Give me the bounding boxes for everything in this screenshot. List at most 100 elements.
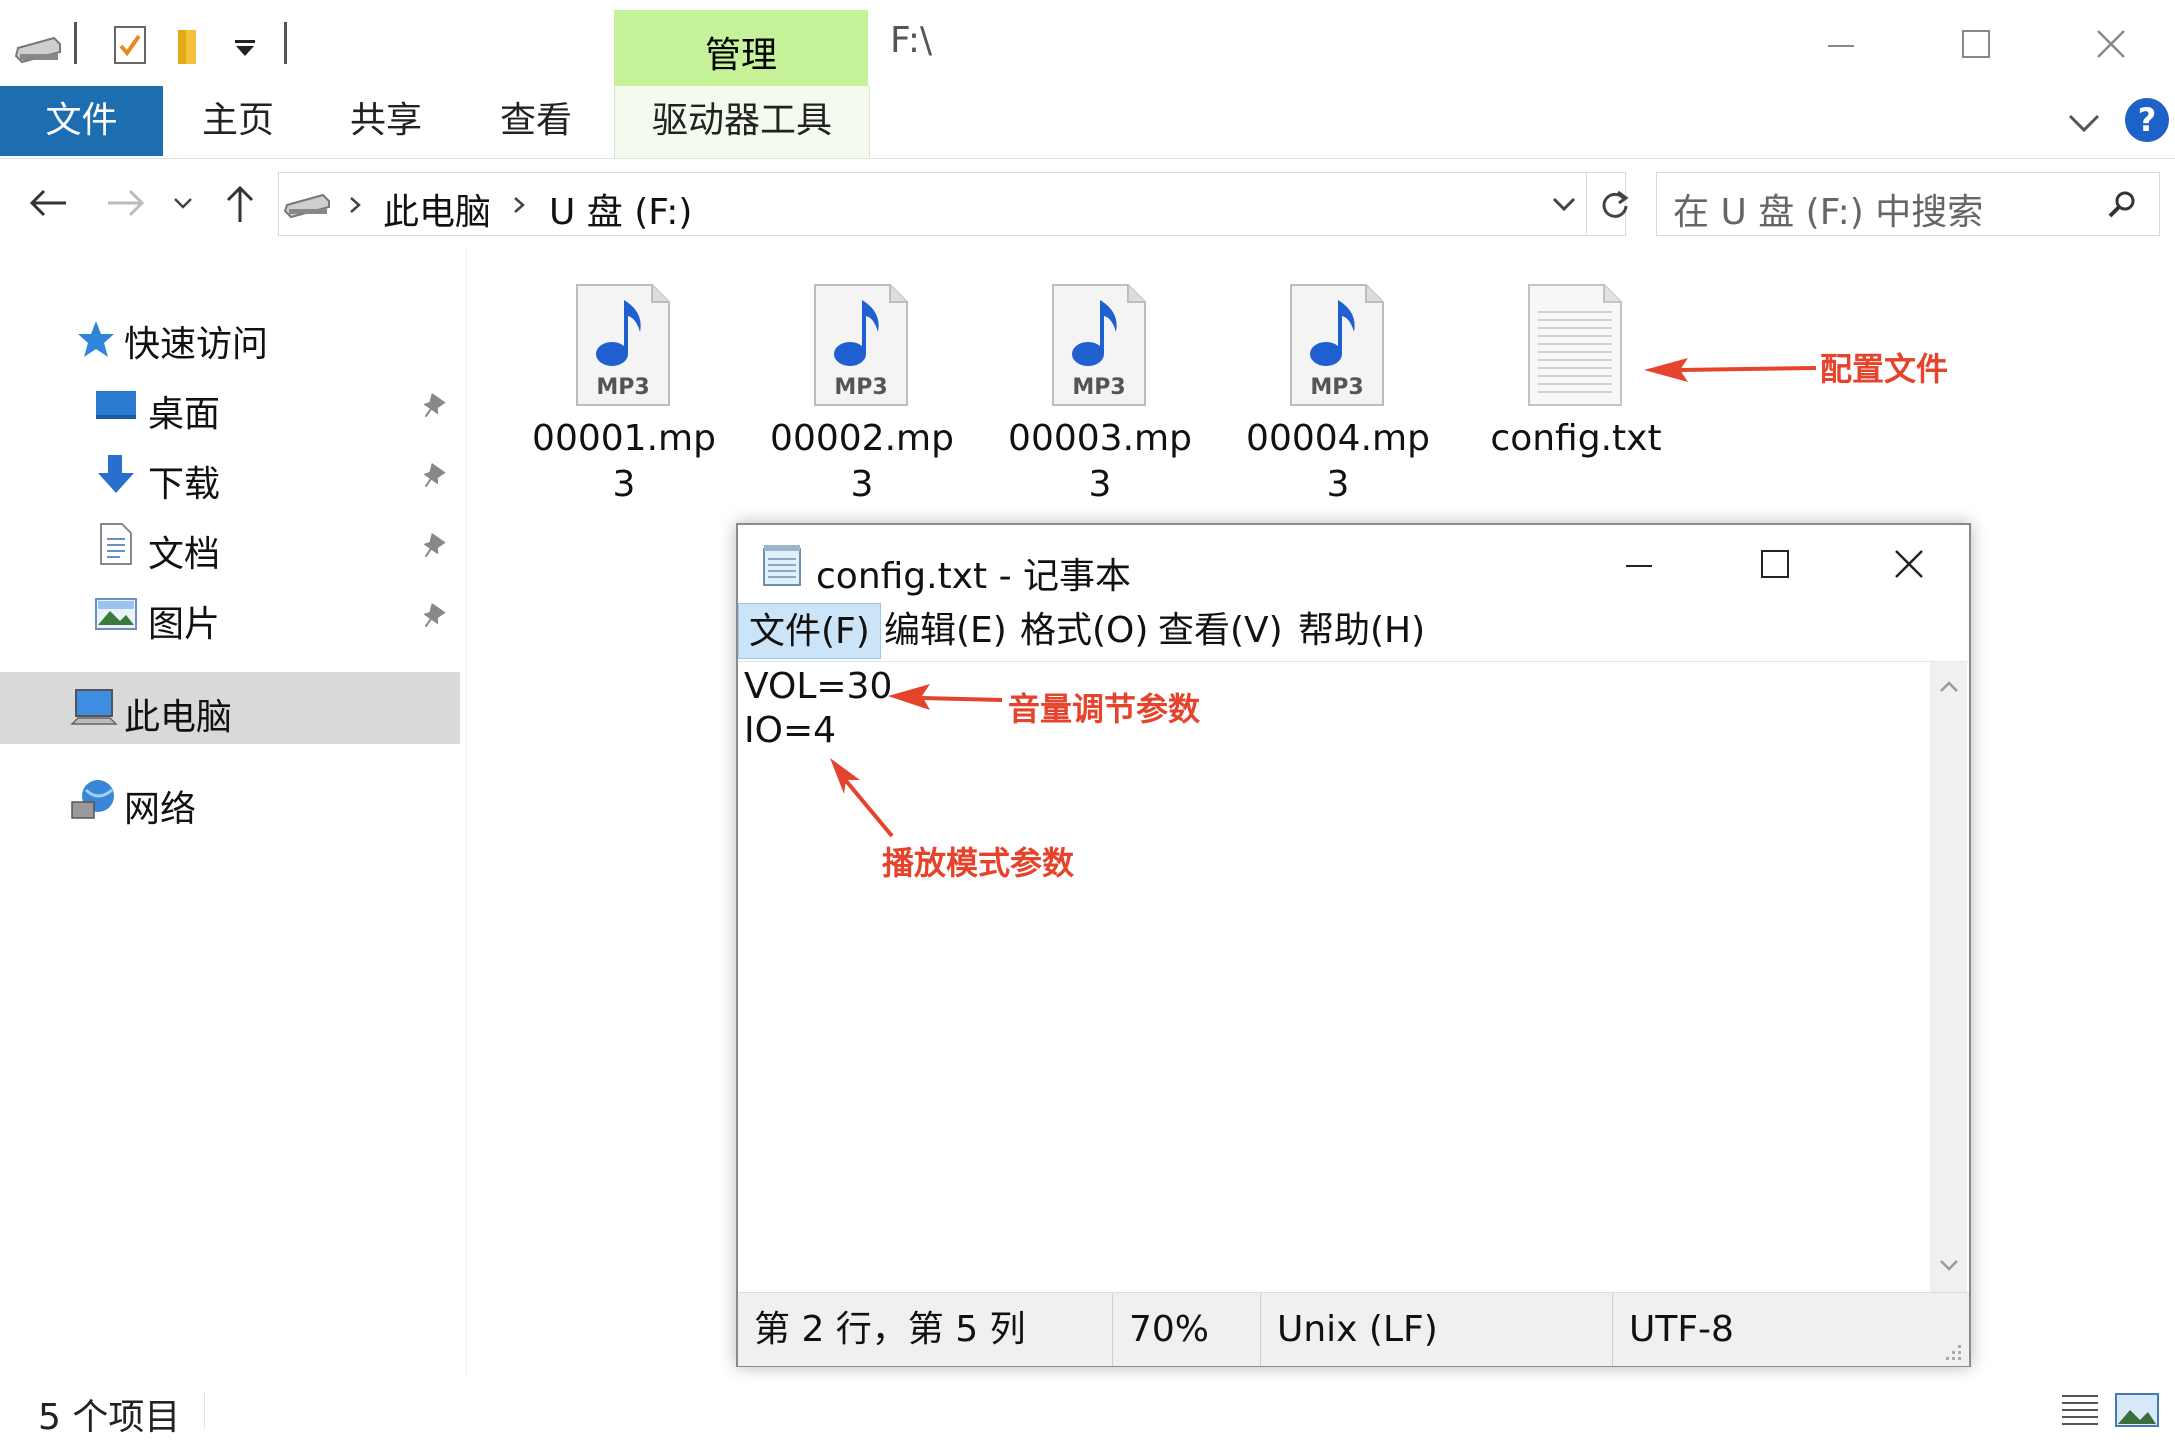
sidebar-item-label: 下载 (148, 464, 221, 505)
recent-locations-icon[interactable] (172, 196, 194, 212)
drive-icon (283, 193, 330, 219)
mp3-icon-label: MP3 (1072, 375, 1125, 400)
manage-contextual-tab[interactable]: 管理 (614, 10, 868, 86)
close-button[interactable] (2076, 14, 2146, 74)
expand-ribbon-icon[interactable] (2064, 108, 2104, 138)
breadcrumb-this-pc[interactable]: 此电脑 (383, 183, 491, 235)
sidebar-item-desktop[interactable]: 桌面 (90, 375, 460, 437)
customize-toolbar-icon[interactable] (232, 38, 258, 58)
annotation-arrow (1644, 358, 1817, 382)
annotation-play-mode-param: 播放模式参数 (882, 844, 1075, 882)
sidebar-item-network[interactable]: 网络 (70, 770, 450, 832)
sidebar-item-label: 此电脑 (124, 697, 233, 738)
close-icon[interactable] (1874, 543, 1944, 587)
file-item-00002[interactable]: MP3 00002.mp 3 (752, 282, 972, 512)
file-name: 00001.mp 3 (532, 418, 716, 505)
tab-drive-tools[interactable]: 驱动器工具 (614, 86, 870, 158)
back-arrow-icon[interactable] (26, 186, 70, 220)
mp3-icon-label: MP3 (596, 375, 649, 400)
desktop-icon (96, 391, 136, 419)
line-ending: Unix (LF) (1260, 1293, 1607, 1366)
maximize-icon (1962, 30, 1990, 58)
minimize-icon[interactable] (1604, 543, 1674, 587)
mp3-icon-label: MP3 (834, 375, 887, 400)
new-folder-icon[interactable] (174, 24, 204, 66)
menu-file[interactable]: 文件(F) (738, 603, 881, 659)
file-item-00001[interactable]: MP3 00001.mp 3 (514, 282, 734, 512)
maximize-button[interactable] (1941, 14, 2011, 74)
notepad-window: config.txt - 记事本 文件(F) 编辑(E) 格式(O) 查看(V)… (736, 523, 1971, 1367)
pin-icon[interactable] (418, 601, 448, 631)
file-name: config.txt (1490, 418, 1662, 459)
file-item-00004[interactable]: MP3 00004.mp 3 (1228, 282, 1448, 512)
manage-tab-label: 管理 (704, 35, 777, 76)
file-name: 00002.mp 3 (770, 418, 954, 505)
resize-grip-icon[interactable] (1942, 1341, 1964, 1363)
up-arrow-icon[interactable] (222, 182, 258, 224)
file-item-00003[interactable]: MP3 00003.mp 3 (990, 282, 1210, 512)
sidebar-item-quick-access[interactable]: 快速访问 (70, 305, 430, 367)
mp3-file-icon: MP3 (1052, 284, 1146, 406)
download-arrow-icon (98, 455, 134, 493)
notepad-text-area[interactable]: VOL=30 IO=4 (738, 662, 1930, 1292)
pin-icon[interactable] (418, 531, 448, 561)
search-box[interactable]: 在 U 盘 (F:) 中搜索 (1656, 172, 2160, 236)
drive-icon[interactable] (14, 30, 62, 64)
address-bar[interactable]: 此电脑 U 盘 (F:) (278, 172, 1626, 236)
network-icon (71, 780, 114, 819)
mp3-file-icon: MP3 (814, 284, 908, 406)
scroll-up-icon[interactable] (1938, 678, 1960, 694)
tab-share[interactable]: 共享 (326, 86, 446, 156)
item-count: 5 个项目 (38, 1397, 181, 1438)
annotation-config-file: 配置文件 (1820, 350, 1949, 388)
pin-icon[interactable] (418, 461, 448, 491)
help-button[interactable]: ? (2125, 98, 2169, 142)
properties-icon[interactable] (112, 24, 148, 66)
address-history-icon[interactable] (1549, 195, 1579, 215)
search-icon (2108, 191, 2135, 218)
tab-view[interactable]: 查看 (476, 86, 596, 156)
sidebar-item-downloads[interactable]: 下载 (90, 445, 460, 507)
file-item-config[interactable]: config.txt (1466, 282, 1686, 512)
menu-view[interactable]: 查看(V) (1148, 603, 1293, 659)
minimize-icon (1828, 45, 1854, 47)
picture-icon (95, 598, 137, 630)
window-title: F:\ (890, 20, 933, 61)
breadcrumb-usb-drive[interactable]: U 盘 (F:) (549, 183, 692, 235)
computer-icon (70, 689, 118, 725)
file-name: 00004.mp 3 (1246, 418, 1430, 505)
annotation-volume-param: 音量调节参数 (1008, 690, 1201, 728)
breadcrumb-chevron-icon[interactable] (511, 195, 527, 215)
refresh-button[interactable] (1586, 172, 1641, 234)
vertical-scrollbar[interactable] (1930, 662, 1967, 1292)
tab-file[interactable]: 文件 (0, 86, 163, 156)
menu-format[interactable]: 格式(O) (1010, 603, 1158, 659)
sidebar-item-label: 桌面 (148, 394, 221, 435)
pin-icon[interactable] (418, 391, 448, 421)
text-line: VOL=30 (744, 666, 893, 707)
maximize-icon[interactable] (1740, 543, 1810, 587)
breadcrumb-chevron-icon[interactable] (347, 195, 363, 215)
minimize-button[interactable] (1806, 14, 1876, 74)
notepad-title: config.txt - 记事本 (816, 556, 1132, 597)
mp3-icon-label: MP3 (1310, 375, 1363, 400)
menu-edit[interactable]: 编辑(E) (874, 603, 1017, 659)
notepad-icon (763, 545, 801, 586)
encoding: UTF-8 (1612, 1293, 1969, 1366)
sidebar-item-label: 图片 (148, 604, 221, 645)
star-icon (78, 321, 114, 357)
toolbar-separator (74, 22, 77, 64)
menu-help[interactable]: 帮助(H) (1288, 603, 1435, 659)
sidebar-item-documents[interactable]: 文档 (90, 515, 460, 577)
status-bar (0, 1380, 2175, 1447)
refresh-icon (1602, 190, 1629, 218)
sidebar-item-pictures[interactable]: 图片 (90, 585, 460, 647)
scroll-down-icon[interactable] (1938, 1258, 1960, 1274)
large-icons-view-icon[interactable] (2114, 1390, 2160, 1430)
details-view-icon[interactable] (2058, 1390, 2102, 1430)
tab-home[interactable]: 主页 (178, 86, 298, 156)
ribbon-tabs: 文件 主页 共享 查看 驱动器工具 (0, 86, 2175, 159)
forward-arrow-icon[interactable] (104, 186, 148, 220)
notepad-title-bar: config.txt - 记事本 (738, 525, 1969, 603)
sidebar-item-this-pc[interactable]: 此电脑 (70, 678, 450, 740)
